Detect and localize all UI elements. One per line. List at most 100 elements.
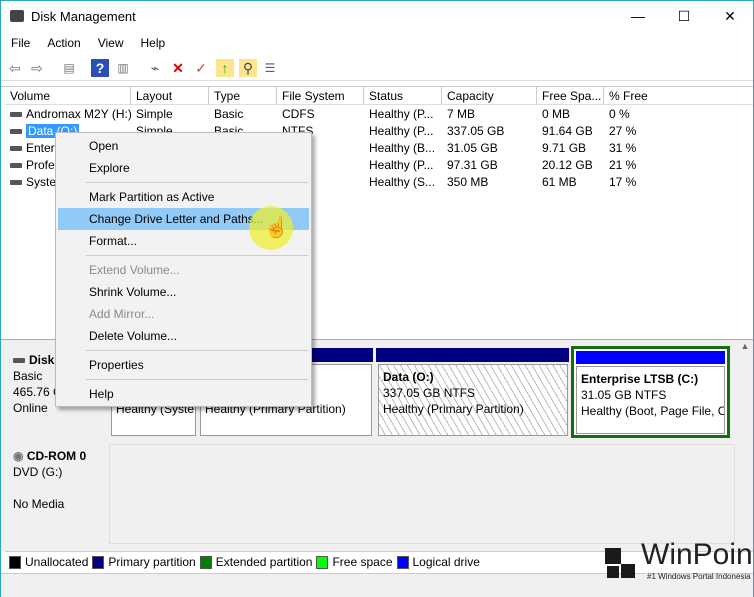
legend-label: Logical drive (412, 555, 480, 569)
column-type[interactable]: Type (209, 87, 277, 105)
show-pane-icon[interactable]: ▥ (114, 59, 132, 77)
table-cell[interactable]: 350 MB (442, 174, 537, 191)
drive-icon (10, 163, 22, 169)
forward-icon[interactable]: ⇨ (28, 59, 46, 77)
cdrom-status: No Media (13, 497, 65, 511)
partition-status: Healthy (Boot, Page File, C (581, 404, 725, 418)
table-cell[interactable]: 27 % (604, 123, 753, 140)
table-cell[interactable]: Basic (209, 106, 277, 123)
menu-item-properties[interactable]: Properties (58, 354, 309, 376)
table-cell[interactable]: Simple (131, 106, 209, 123)
menu-item-delete-volume[interactable]: Delete Volume... (58, 325, 309, 347)
menu-separator (86, 350, 308, 351)
menu-item-extend-volume: Extend Volume... (89, 263, 180, 277)
partition-bar (376, 348, 569, 362)
drive-icon (10, 180, 22, 186)
table-cell[interactable]: 21 % (604, 157, 753, 174)
table-cell[interactable]: 7 MB (442, 106, 537, 123)
table-cell[interactable]: 31.05 GB (442, 140, 537, 157)
delete-icon[interactable]: ✕ (169, 59, 187, 77)
table-cell[interactable]: 91.64 GB (537, 123, 604, 140)
legend-label: Primary partition (108, 555, 196, 569)
menu-item-mark-partition-as-active[interactable]: Mark Partition as Active (58, 186, 309, 208)
table-cell[interactable]: Healthy (P... (364, 157, 442, 174)
window-title: Disk Management (31, 9, 136, 24)
partition-name: Enterprise LTSB (C:) (581, 372, 699, 386)
cd-drive-icon (10, 112, 22, 118)
menu-item-open[interactable]: Open (58, 135, 309, 157)
legend-label: Unallocated (25, 555, 89, 569)
table-cell[interactable]: 20.12 GB (537, 157, 604, 174)
volume-name-cell[interactable]: Andromax M2Y (H:) (5, 106, 131, 123)
menu-item-shrink-volume[interactable]: Shrink Volume... (58, 281, 309, 303)
menu-file[interactable]: File (1, 33, 37, 50)
folder-search-icon[interactable]: ⚲ (239, 59, 257, 77)
vertical-scrollbar[interactable]: ▲ (737, 341, 753, 551)
legend-swatch (199, 556, 212, 570)
cdrom-label[interactable]: ◉ CD-ROM 0 DVD (G:) No Media (7, 444, 107, 544)
context-menu: Open Explore Mark Partition as Active Chang… (55, 132, 312, 407)
hand-cursor-icon: ☝ (264, 217, 289, 239)
cdrom-area (109, 444, 735, 544)
partition-data[interactable]: Data (O:) 337.05 GB NTFS Healthy (Primar… (378, 364, 568, 436)
partition-size: 337.05 GB NTFS (383, 386, 476, 400)
table-cell[interactable]: 17 % (604, 174, 753, 191)
winpoin-logo-icon (605, 544, 635, 594)
menu-separator (86, 255, 308, 256)
watermark-brand: WinPoin (641, 538, 753, 571)
menu-action[interactable]: Action (37, 33, 87, 50)
legend-swatch (396, 556, 409, 570)
table-cell[interactable]: Healthy (B... (364, 140, 442, 157)
legend-label: Extended partition (215, 555, 313, 569)
table-cell[interactable]: 0 % (604, 106, 753, 123)
table-cell[interactable]: 337.05 GB (442, 123, 537, 140)
column-layout[interactable]: Layout (131, 87, 209, 105)
minimize-button[interactable]: — (615, 1, 661, 31)
drive-icon (10, 146, 22, 152)
table-cell[interactable]: 97.31 GB (442, 157, 537, 174)
cdrom-name: CD-ROM 0 (26, 449, 87, 463)
menu-help[interactable]: Help (131, 33, 173, 50)
column-percent-free[interactable]: % Free (604, 87, 753, 105)
column-file-system[interactable]: File System (277, 87, 364, 105)
disk-name: Disk (29, 353, 55, 367)
table-cell[interactable]: 9.71 GB (537, 140, 604, 157)
menu-view[interactable]: View (88, 33, 131, 50)
table-cell[interactable]: 61 MB (537, 174, 604, 191)
legend-label: Free space (332, 555, 393, 569)
table-cell[interactable]: 31 % (604, 140, 753, 157)
menu-item-help[interactable]: Help (58, 383, 309, 405)
back-icon[interactable]: ⇦ (6, 59, 24, 77)
status-bar: WinPoin #1 Windows Portal Indonesia (1, 538, 753, 597)
volume-name: Andromax M2Y (H:) (26, 107, 131, 121)
table-cell[interactable]: CDFS (277, 106, 364, 123)
column-status[interactable]: Status (364, 87, 442, 105)
drive-icon (10, 129, 22, 135)
volume-name: Profe (26, 158, 55, 172)
close-button[interactable]: ✕ (707, 1, 753, 31)
column-capacity[interactable]: Capacity (442, 87, 537, 105)
column-free-space[interactable]: Free Spa... (537, 87, 604, 105)
table-cell[interactable]: Healthy (S... (364, 174, 442, 191)
menu-item-add-mirror: Add Mirror... (89, 307, 155, 321)
console-tree-icon[interactable]: ▤ (60, 59, 78, 77)
checklist-icon[interactable]: ✓ (192, 59, 210, 77)
help-icon[interactable]: ? (91, 59, 109, 77)
partition-enterprise[interactable]: Enterprise LTSB (C:) 31.05 GB NTFS Healt… (571, 346, 730, 438)
legend-swatch (92, 556, 105, 570)
table-cell[interactable]: Healthy (P... (364, 106, 442, 123)
table-cell[interactable]: 0 MB (537, 106, 604, 123)
table-cell[interactable]: Healthy (P... (364, 123, 442, 140)
column-volume[interactable]: Volume (5, 87, 131, 105)
menu-item-explore[interactable]: Explore (58, 157, 309, 179)
maximize-button[interactable]: ☐ (661, 1, 707, 31)
legend-swatch (316, 556, 329, 570)
legend-swatch (9, 556, 21, 570)
folder-up-icon[interactable]: ↑ (216, 59, 234, 77)
properties-icon[interactable]: ☰ (261, 59, 279, 77)
partition-name: Data (O:) (383, 370, 434, 384)
disk-management-icon (10, 10, 24, 22)
connect-icon[interactable]: ⌁ (146, 59, 164, 77)
partition-size: 31.05 GB NTFS (581, 388, 667, 402)
cdrom-type: DVD (G:) (13, 465, 63, 479)
